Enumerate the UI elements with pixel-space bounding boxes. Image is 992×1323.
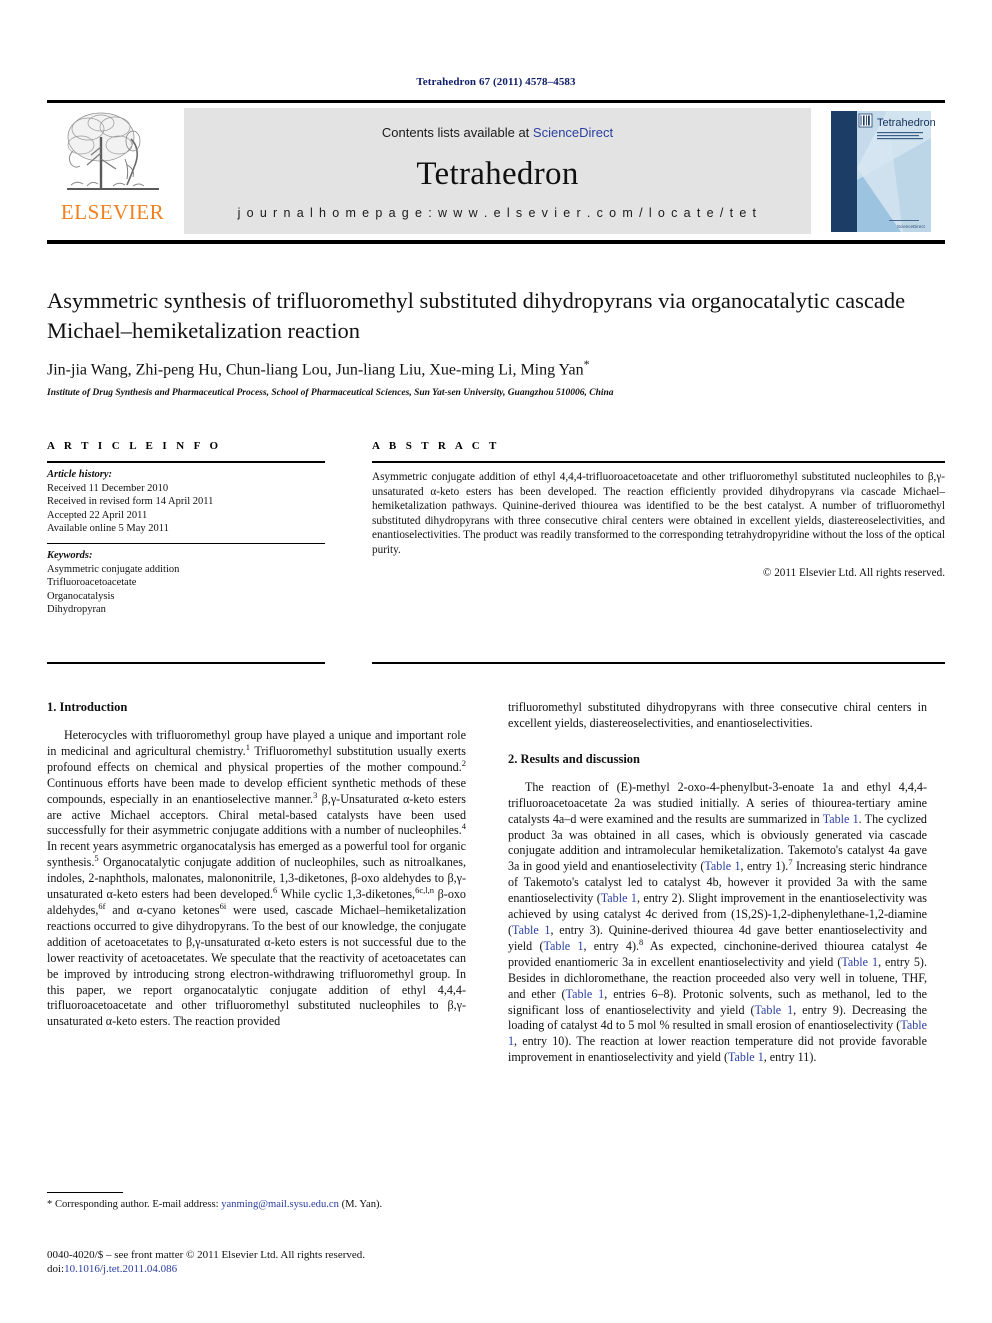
text-run: , entry 4).	[583, 938, 640, 953]
section-heading-results: 2. Results and discussion	[508, 751, 640, 766]
contents-prefix: Contents lists available at	[381, 125, 533, 140]
doi-label: doi:	[47, 1263, 65, 1275]
corresponding-author-marker: *	[583, 357, 590, 371]
text-run: , entry 10). The reaction at lower react…	[508, 1034, 927, 1065]
article-info-column: A R T I C L E I N F O Article history: R…	[47, 440, 325, 617]
keyword-item: Trifluoroacetoacetate	[47, 577, 137, 589]
history-item: Received 11 December 2010	[47, 482, 169, 494]
text-run: , entry 1).	[740, 859, 789, 874]
doi-line: doi:10.1016/j.tet.2011.04.086	[47, 1262, 507, 1276]
contents-list-line: Contents lists available at ScienceDirec…	[184, 125, 811, 140]
text-run: While cyclic 1,3-diketones,	[277, 887, 416, 902]
history-item: Accepted 22 April 2011	[47, 509, 148, 521]
left-column: 1. Introduction Heterocycles with triflu…	[47, 700, 466, 1030]
journal-cover-icon: Tetrahedron ScienceDirect	[827, 108, 935, 235]
svg-text:ScienceDirect: ScienceDirect	[897, 224, 926, 229]
running-head: Tetrahedron 67 (2011) 4578–4583	[416, 76, 576, 88]
keywords-block: Keywords: Asymmetric conjugate addition …	[47, 544, 325, 617]
table-1-link[interactable]: Table 1	[823, 812, 859, 826]
author-names: Jin-jia Wang, Zhi-peng Hu, Chun-liang Lo…	[47, 361, 584, 379]
info-abstract-box: A R T I C L E I N F O Article history: R…	[47, 440, 945, 670]
affiliation: Institute of Drug Synthesis and Pharmace…	[47, 388, 614, 398]
journal-masthead: ELSEVIER Contents lists available at Sci…	[47, 100, 945, 244]
table-1-link[interactable]: Table 1	[841, 955, 878, 969]
elsevier-logo-block: ELSEVIER	[47, 103, 178, 240]
footnote-rule	[47, 1192, 123, 1193]
email-link[interactable]: yanming@mail.sysu.edu.cn	[221, 1199, 339, 1210]
table-1-link[interactable]: Table 1	[566, 987, 605, 1001]
keyword-item: Dihydropyran	[47, 604, 106, 616]
history-item: Available online 5 May 2011	[47, 523, 169, 535]
footnote-ref[interactable]: 2	[462, 758, 466, 768]
footnote-ref[interactable]: 6c,l,n	[415, 885, 434, 895]
abstract-rule-bottom	[372, 662, 945, 664]
text-run: and α-cyano ketones	[105, 902, 220, 917]
footnote-suffix: (M. Yan).	[338, 1199, 383, 1210]
intro-paragraph-continued: trifluoromethyl substituted dihydropyran…	[508, 700, 927, 730]
masthead-panel: Contents lists available at ScienceDirec…	[184, 108, 811, 234]
svg-text:Tetrahedron: Tetrahedron	[877, 117, 935, 129]
keyword-item: Asymmetric conjugate addition	[47, 563, 180, 575]
journal-cover-block: Tetrahedron ScienceDirect	[817, 103, 945, 240]
table-1-link[interactable]: Table 1	[704, 859, 740, 873]
text-run: , entry 11).	[763, 1050, 817, 1065]
text-run: were used, cascade Michael–hemiketalizat…	[47, 902, 467, 1029]
table-1-link[interactable]: Table 1	[728, 1050, 764, 1064]
elsevier-tree-icon	[66, 112, 159, 190]
table-1-link[interactable]: Table 1	[754, 1003, 793, 1017]
intro-paragraph: Heterocycles with trifluoromethyl group …	[47, 728, 466, 1030]
abstract-text: Asymmetric conjugate addition of ethyl 4…	[372, 471, 945, 556]
table-1-link[interactable]: Table 1	[601, 891, 637, 905]
abstract-copyright: © 2011 Elsevier Ltd. All rights reserved…	[762, 566, 945, 579]
article-info-heading: A R T I C L E I N F O	[47, 440, 222, 452]
results-paragraph: The reaction of (E)-methyl 2-oxo-4-pheny…	[508, 780, 927, 1066]
footnote-text: Corresponding author. E-mail address:	[52, 1199, 222, 1210]
journal-homepage-link[interactable]: j o u r n a l h o m e p a g e : w w w . …	[184, 206, 811, 220]
corresponding-author-note: * Corresponding author. E-mail address: …	[47, 1198, 466, 1212]
journal-title: Tetrahedron	[416, 156, 579, 192]
article-history-label: Article history:	[47, 469, 113, 480]
article-info-rule-bottom	[47, 662, 325, 664]
author-list: Jin-jia Wang, Zhi-peng Hu, Chun-liang Lo…	[47, 357, 927, 379]
doi-link[interactable]: 10.1016/j.tet.2011.04.086	[64, 1263, 177, 1275]
footnote-area: * Corresponding author. E-mail address: …	[47, 1192, 466, 1212]
sciencedirect-link[interactable]: ScienceDirect	[533, 125, 613, 140]
table-1-link[interactable]: Table 1	[543, 939, 583, 953]
colophon: 0040-4020/$ – see front matter © 2011 El…	[47, 1248, 507, 1276]
right-column: trifluoromethyl substituted dihydropyran…	[508, 700, 927, 1066]
footnote-ref[interactable]: 4	[462, 821, 466, 831]
abstract-heading: A B S T R A C T	[372, 440, 500, 452]
table-1-link[interactable]: Table 1	[512, 923, 550, 937]
page-title: Asymmetric synthesis of trifluoromethyl …	[47, 288, 906, 343]
abstract-column: A B S T R A C T Asymmetric conjugate add…	[372, 440, 945, 579]
section-heading-introduction: 1. Introduction	[47, 700, 128, 714]
history-item: Received in revised form 14 April 2011	[47, 496, 214, 508]
keyword-item: Organocatalysis	[47, 590, 115, 602]
article-history: Article history: Received 11 December 20…	[47, 463, 325, 536]
paper-page: Tetrahedron 67 (2011) 4578–4583 ELSEVIER…	[0, 0, 992, 1323]
keywords-label: Keywords:	[47, 549, 93, 561]
elsevier-wordmark: ELSEVIER	[60, 200, 165, 224]
colophon-line: 0040-4020/$ – see front matter © 2011 El…	[47, 1249, 366, 1261]
